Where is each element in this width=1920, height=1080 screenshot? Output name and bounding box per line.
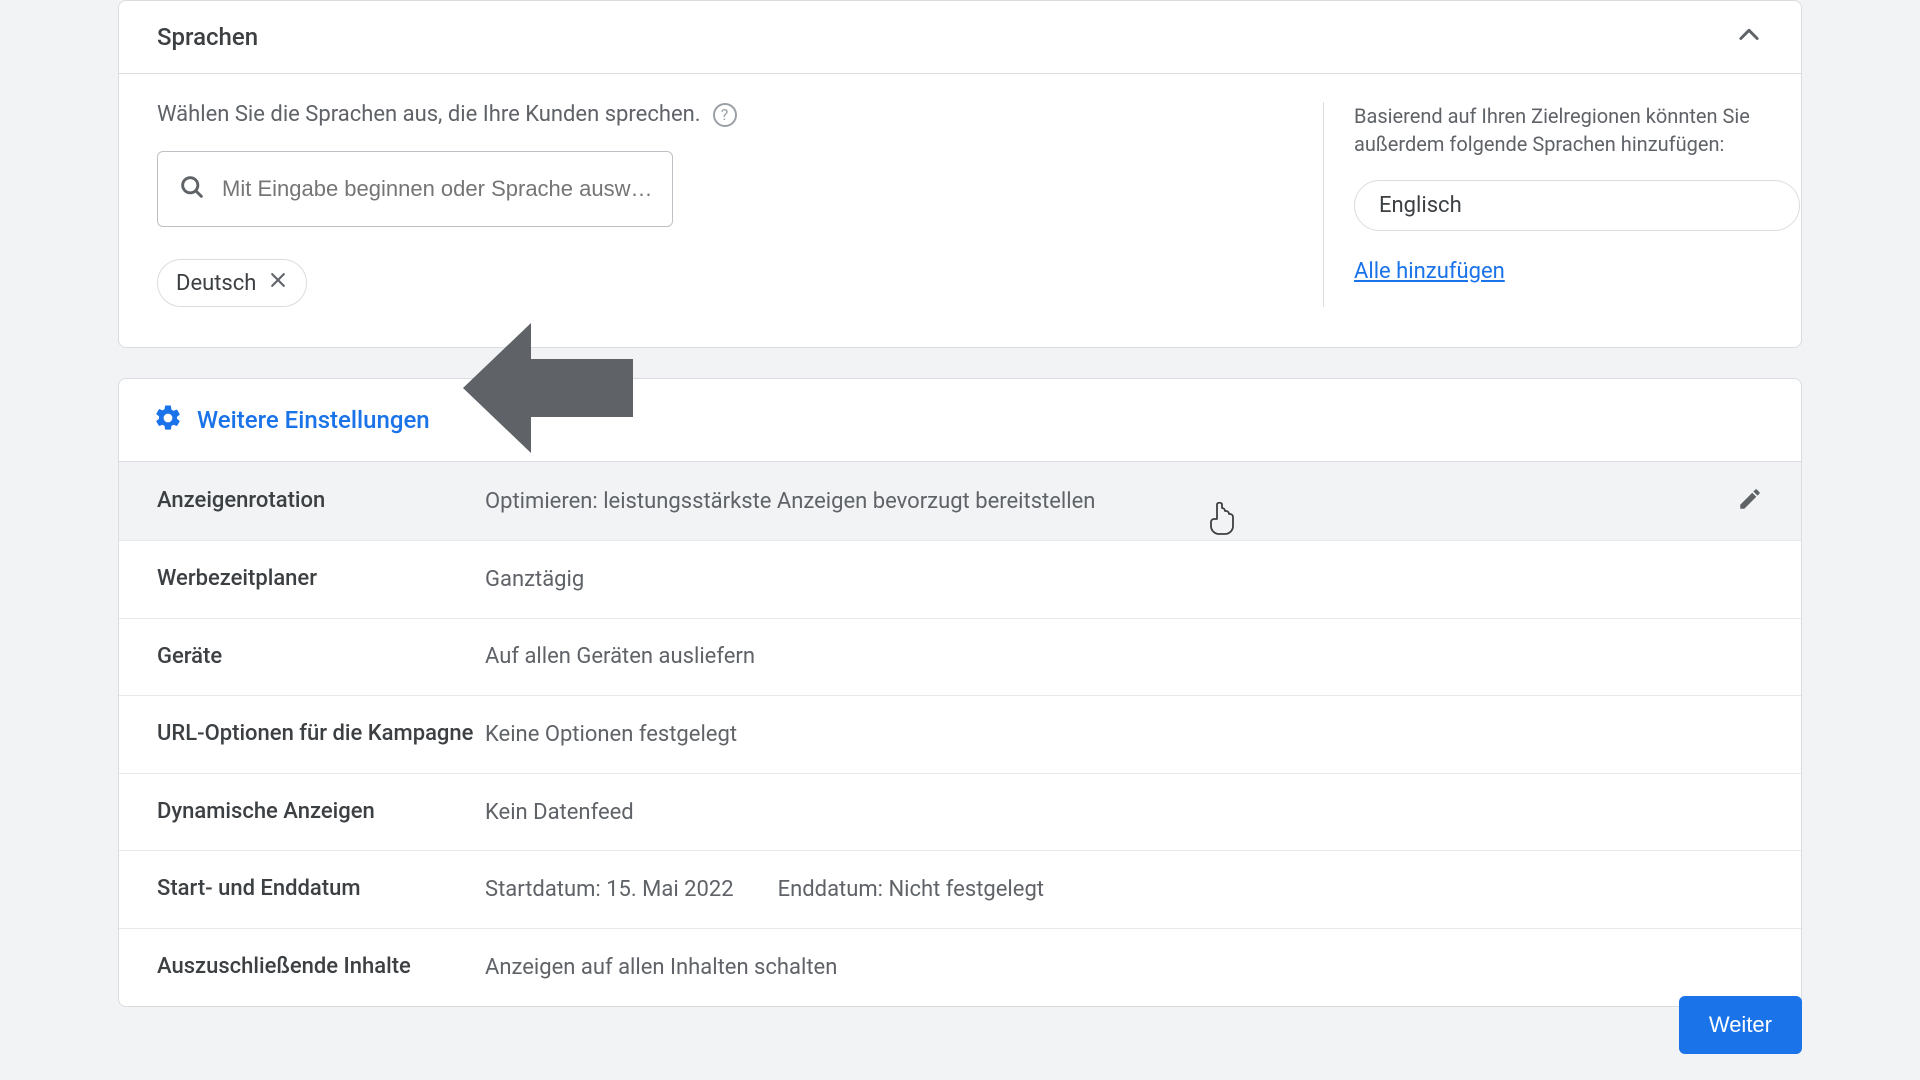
languages-instruction-text: Wählen Sie die Sprachen aus, die Ihre Ku… <box>157 102 701 127</box>
languages-suggestions: Basierend auf Ihren Zielregionen könnten… <box>1323 102 1763 307</box>
settings-row-value-part: Enddatum: Nicht festgelegt <box>778 877 1044 902</box>
settings-row-value: Startdatum: 15. Mai 2022 Enddatum: Nicht … <box>485 877 1763 902</box>
continue-button[interactable]: Weiter <box>1679 996 1802 1054</box>
add-all-link[interactable]: Alle hinzufügen <box>1354 259 1763 284</box>
settings-row-value: Auf allen Geräten ausliefern <box>485 644 1763 669</box>
settings-row-label: Geräte <box>157 643 485 672</box>
settings-row-value: Optimieren: leistungsstärkste Anzeigen b… <box>485 489 1737 514</box>
settings-row-label: URL-Optionen für die Kampagne <box>157 720 485 749</box>
selected-language-chips: Deutsch <box>157 259 1323 307</box>
edit-icon[interactable] <box>1737 486 1763 516</box>
languages-left: Wählen Sie die Sprachen aus, die Ihre Ku… <box>157 102 1323 307</box>
help-icon[interactable]: ? <box>713 103 737 127</box>
settings-row[interactable]: Dynamische AnzeigenKein Datenfeed <box>119 774 1801 852</box>
settings-row[interactable]: URL-Optionen für die KampagneKeine Optio… <box>119 696 1801 774</box>
settings-row[interactable]: GeräteAuf allen Geräten ausliefern <box>119 619 1801 697</box>
settings-row[interactable]: Start- und EnddatumStartdatum: 15. Mai 2… <box>119 851 1801 929</box>
settings-row-value: Kein Datenfeed <box>485 800 1763 825</box>
language-search-box[interactable] <box>157 151 673 227</box>
languages-panel-header[interactable]: Sprachen <box>119 1 1801 73</box>
suggested-language-chip[interactable]: Englisch <box>1354 180 1800 231</box>
more-settings-panel: Weitere Einstellungen AnzeigenrotationOp… <box>118 378 1802 1007</box>
more-settings-header[interactable]: Weitere Einstellungen <box>119 379 1801 462</box>
settings-row-value: Anzeigen auf allen Inhalten schalten <box>485 955 1763 980</box>
settings-row[interactable]: Auszuschließende InhalteAnzeigen auf all… <box>119 929 1801 1006</box>
settings-row-label: Start- und Enddatum <box>157 875 485 904</box>
languages-instruction: Wählen Sie die Sprachen aus, die Ihre Ku… <box>157 102 1323 127</box>
search-icon <box>178 173 206 205</box>
arrow-annotation <box>463 323 633 453</box>
gear-icon <box>153 403 183 437</box>
chevron-up-icon[interactable] <box>1735 21 1763 53</box>
close-icon[interactable] <box>268 270 288 296</box>
languages-body: Wählen Sie die Sprachen aus, die Ihre Ku… <box>119 73 1801 347</box>
settings-rows: AnzeigenrotationOptimieren: leistungsstä… <box>119 462 1801 1006</box>
languages-title: Sprachen <box>157 23 258 51</box>
settings-row-value: Keine Optionen festgelegt <box>485 722 1763 747</box>
settings-row[interactable]: WerbezeitplanerGanztägig <box>119 541 1801 619</box>
settings-row-value: Ganztägig <box>485 567 1763 592</box>
settings-row[interactable]: AnzeigenrotationOptimieren: leistungsstä… <box>119 462 1801 541</box>
suggested-language-label: Englisch <box>1379 193 1462 218</box>
more-settings-title: Weitere Einstellungen <box>197 406 430 434</box>
settings-row-label: Werbezeitplaner <box>157 565 485 594</box>
language-search-input[interactable] <box>222 176 652 202</box>
language-chip-deutsch[interactable]: Deutsch <box>157 259 307 307</box>
settings-row-label: Dynamische Anzeigen <box>157 798 485 827</box>
settings-row-value-part: Startdatum: 15. Mai 2022 <box>485 877 734 902</box>
languages-panel: Sprachen Wählen Sie die Sprachen aus, di… <box>118 0 1802 348</box>
language-chip-label: Deutsch <box>176 271 256 296</box>
suggestions-text: Basierend auf Ihren Zielregionen könnten… <box>1354 102 1763 158</box>
settings-row-label: Auszuschließende Inhalte <box>157 953 485 982</box>
settings-row-label: Anzeigenrotation <box>157 487 485 516</box>
